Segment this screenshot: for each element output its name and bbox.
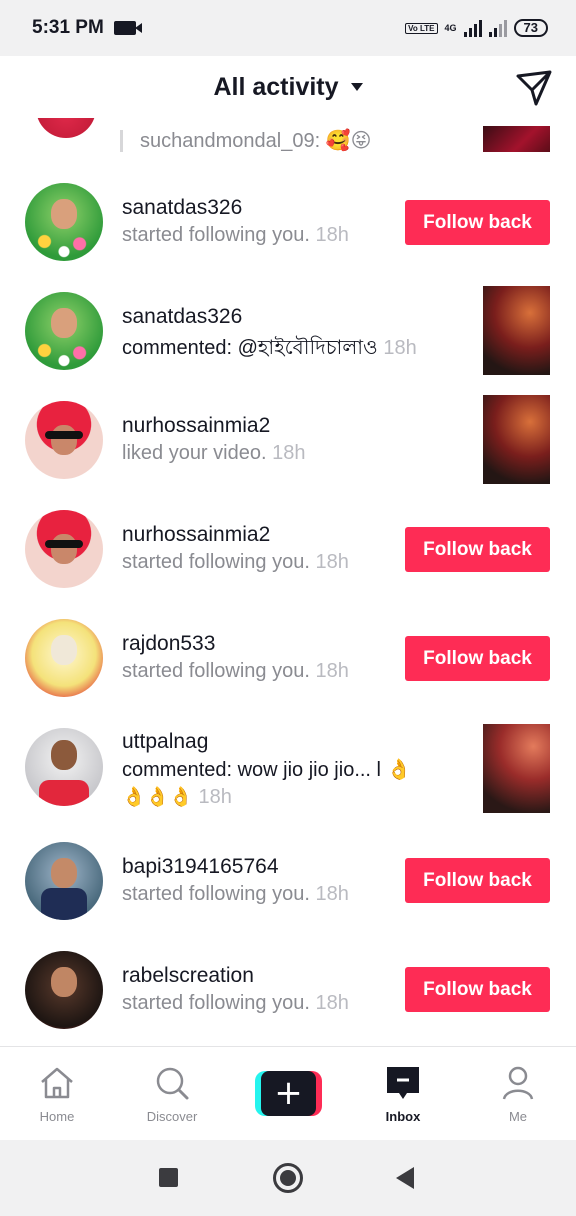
nav-home[interactable]: Home — [12, 1063, 102, 1124]
list-item[interactable]: rajdon533 started following you. 18h Fol… — [0, 603, 576, 712]
activity-text: started following you. 18h — [122, 660, 349, 682]
list-item[interactable]: sanatdas326 commented: @হাইবৌদিচালাও 18h — [0, 276, 576, 385]
username[interactable]: rabelscreation — [122, 964, 254, 988]
username[interactable]: nurhossainmia2 — [122, 414, 270, 438]
follow-back-button[interactable]: Follow back — [405, 967, 550, 1012]
timestamp: 18h — [315, 992, 349, 1014]
status-bar: 5:31 PM Vo LTE 4G 73 — [0, 0, 576, 56]
avatar[interactable] — [25, 728, 103, 806]
activity-text: started following you. 18h — [122, 883, 349, 905]
direct-message-icon[interactable] — [514, 68, 554, 108]
activity-text: started following you. 18h — [122, 551, 349, 573]
avatar[interactable] — [25, 951, 103, 1029]
bottom-navigation: Home Discover + Inbox Me — [0, 1046, 576, 1140]
nav-me[interactable]: Me — [473, 1063, 563, 1124]
activity-text: commented: @হাইবৌদিচালাও 18h — [122, 337, 417, 359]
nav-inbox[interactable]: Inbox — [358, 1063, 448, 1124]
avatar[interactable] — [25, 183, 103, 261]
profile-icon — [502, 1066, 534, 1100]
avatar[interactable] — [25, 401, 103, 479]
create-button[interactable]: + — [255, 1071, 322, 1116]
comment-preview: suchandmondal_09: 🥰😝 — [140, 130, 372, 152]
timestamp: 18h — [198, 786, 232, 808]
video-thumbnail[interactable] — [483, 395, 550, 484]
nav-label: Home — [39, 1109, 75, 1124]
quote-bar — [120, 130, 123, 152]
follow-back-button[interactable]: Follow back — [405, 200, 550, 245]
username[interactable]: bapi3194165764 — [122, 855, 279, 879]
username[interactable]: nurhossainmia2 — [122, 523, 270, 547]
inbox-icon — [387, 1067, 419, 1099]
list-item[interactable]: uttpalnag commented: wow jio jio jio... … — [0, 712, 576, 836]
activity-text-continued: 👌👌👌 18h — [122, 786, 232, 808]
timestamp: 18h — [315, 224, 349, 246]
video-thumbnail[interactable] — [483, 286, 550, 375]
timestamp: 18h — [383, 337, 417, 359]
activity-text: started following you. 18h — [122, 992, 349, 1014]
activity-filter-dropdown[interactable]: All activity — [213, 72, 363, 102]
avatar[interactable] — [25, 510, 103, 588]
follow-back-button[interactable]: Follow back — [405, 858, 550, 903]
video-thumbnail[interactable] — [483, 126, 550, 152]
timestamp: 18h — [315, 660, 349, 682]
activity-text: commented: wow jio jio jio... l 👌 — [122, 759, 412, 781]
nav-discover[interactable]: Discover — [127, 1063, 217, 1124]
username[interactable]: uttpalnag — [122, 730, 208, 754]
home-icon — [41, 1067, 73, 1099]
timestamp: 18h — [315, 551, 349, 573]
recents-icon[interactable] — [159, 1168, 178, 1187]
follow-back-button[interactable]: Follow back — [405, 527, 550, 572]
nav-label: Inbox — [385, 1109, 421, 1124]
timestamp: 18h — [272, 442, 306, 464]
avatar[interactable] — [25, 842, 103, 920]
network-type: 4G — [444, 23, 457, 33]
avatar[interactable] — [25, 619, 103, 697]
list-item[interactable]: sanatdas326 started following you. 18h F… — [0, 167, 576, 276]
avatar[interactable] — [36, 118, 96, 138]
username[interactable]: sanatdas326 — [122, 196, 242, 220]
follow-back-button[interactable]: Follow back — [405, 636, 550, 681]
search-icon — [156, 1067, 189, 1100]
caret-down-icon — [350, 83, 363, 91]
activity-text: liked your video. 18h — [122, 442, 306, 464]
video-camera-icon — [113, 21, 142, 35]
plus-icon: + — [261, 1071, 316, 1116]
list-item[interactable]: bapi3194165764 started following you. 18… — [0, 836, 576, 945]
activity-text: started following you. 18h — [122, 224, 349, 246]
app-header: All activity — [0, 56, 576, 118]
username[interactable]: rajdon533 — [122, 632, 215, 656]
list-item[interactable]: nurhossainmia2 started following you. 18… — [0, 494, 576, 603]
nav-label: Discover — [146, 1109, 198, 1124]
list-item[interactable]: rabelscreation started following you. 18… — [0, 945, 576, 1046]
video-thumbnail[interactable] — [483, 724, 550, 813]
back-icon[interactable] — [396, 1167, 414, 1189]
volte-icon: Vo LTE — [405, 22, 438, 34]
page-title: All activity — [213, 72, 339, 101]
timestamp: 18h — [315, 883, 349, 905]
home-button-icon[interactable] — [273, 1163, 303, 1193]
avatar[interactable] — [25, 292, 103, 370]
signal-icon-2 — [488, 19, 507, 37]
signal-icon — [463, 19, 482, 37]
list-item[interactable]: nurhossainmia2 liked your video. 18h — [0, 385, 576, 494]
battery-icon: 73 — [513, 19, 548, 37]
activity-feed[interactable]: suchandmondal_09: 🥰😝 sanatdas326 started… — [0, 118, 576, 1046]
username[interactable]: sanatdas326 — [122, 305, 242, 329]
list-item[interactable]: suchandmondal_09: 🥰😝 — [0, 118, 576, 163]
status-indicators: Vo LTE 4G 73 — [405, 19, 548, 37]
nav-label: Me — [508, 1109, 528, 1124]
system-navigation-bar — [0, 1140, 576, 1216]
status-time: 5:31 PM — [32, 17, 104, 38]
